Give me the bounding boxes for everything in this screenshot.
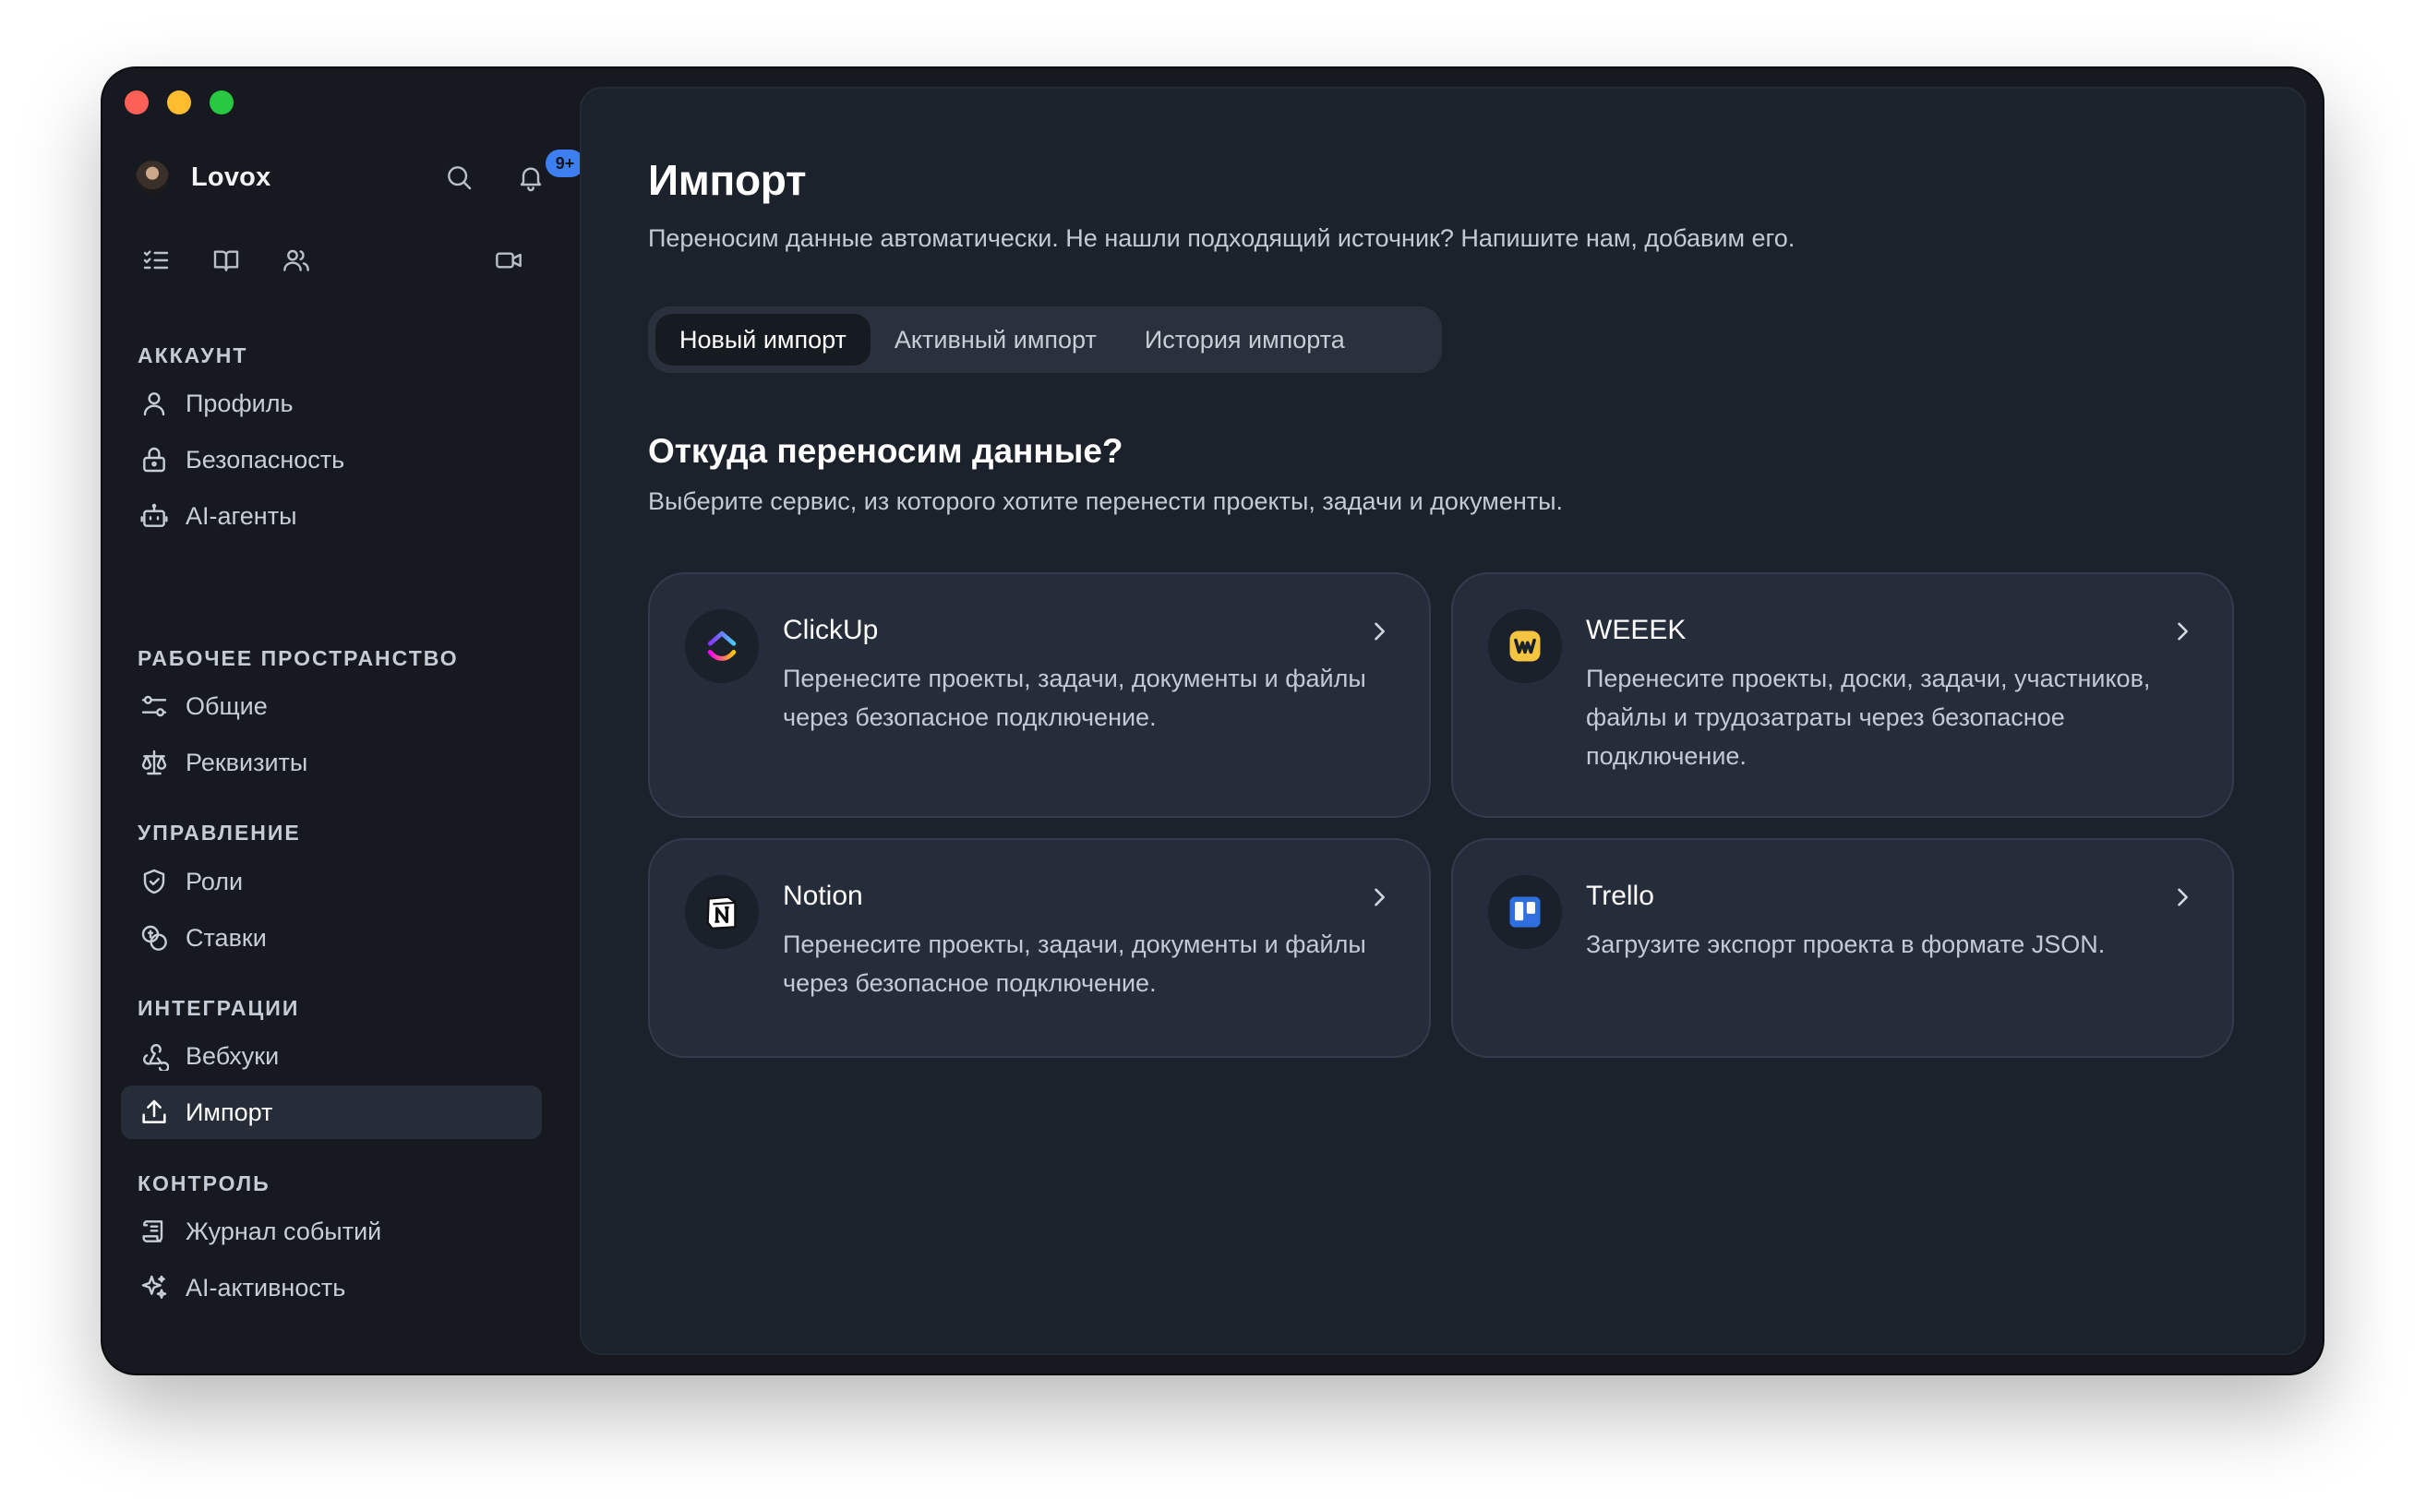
source-name: Trello bbox=[1586, 881, 1654, 911]
sidebar-item-label: Импорт bbox=[186, 1098, 273, 1126]
sidebar-item-label: Реквизиты bbox=[186, 748, 308, 776]
sidebar-toolbar bbox=[136, 240, 560, 286]
page-subtitle: Переносим данные автоматически. Не нашли… bbox=[648, 224, 1795, 252]
tasks-icon bbox=[143, 250, 169, 270]
sidebar-item-label: Безопасность bbox=[186, 445, 345, 474]
search-button[interactable] bbox=[438, 157, 479, 198]
sidebar-item-security[interactable]: Безопасность bbox=[121, 433, 542, 486]
chevron-right-icon bbox=[2178, 622, 2188, 641]
source-heading: Откуда переносим данные? bbox=[648, 432, 1123, 470]
source-subheading: Выберите сервис, из которого хотите пере… bbox=[648, 487, 1564, 515]
chevron-right-icon bbox=[2178, 888, 2188, 906]
tab-import-history[interactable]: История импорта bbox=[1121, 314, 1369, 366]
bell-icon bbox=[520, 167, 542, 192]
sidebar-item-webhooks[interactable]: Вебхуки bbox=[121, 1029, 542, 1083]
user-name[interactable]: Lovox bbox=[191, 162, 270, 193]
sliders-icon bbox=[136, 688, 173, 725]
source-description: Перенесите проекты, задачи, документы и … bbox=[783, 930, 1366, 997]
chevron-right-icon bbox=[1375, 888, 1385, 906]
sidebar-item-general[interactable]: Общие bbox=[121, 679, 542, 733]
app-window: Lovox 9+ АККАУНТ Профиль Безопасность AI… bbox=[102, 68, 2323, 1374]
page-title: Импорт bbox=[648, 156, 807, 204]
user-row: Lovox 9+ bbox=[136, 150, 584, 205]
weeek-logo-icon bbox=[1488, 609, 1562, 683]
source-description: Перенесите проекты, доски, задачи, участ… bbox=[1586, 665, 2151, 770]
sidebar-item-label: AI-активность bbox=[186, 1273, 346, 1302]
section-title-workspace: РАБОЧЕЕ ПРОСТРАНСТВО bbox=[138, 646, 459, 670]
trello-logo-icon bbox=[1488, 875, 1562, 949]
source-card-weeek[interactable]: WEEEK Перенесите проекты, доски, задачи,… bbox=[1451, 572, 2234, 818]
main-panel: Импорт Переносим данные автоматически. Н… bbox=[580, 87, 2306, 1355]
video-call-button[interactable] bbox=[488, 240, 529, 281]
team-button[interactable] bbox=[276, 240, 317, 281]
sidebar-item-requisites[interactable]: Реквизиты bbox=[121, 736, 542, 789]
tab-active-import[interactable]: Активный импорт bbox=[871, 314, 1121, 366]
user-icon bbox=[136, 385, 173, 422]
coins-icon bbox=[136, 919, 173, 956]
sidebar-item-ai-activity[interactable]: AI-активность bbox=[121, 1261, 542, 1314]
section-title-management: УПРАВЛЕНИЕ bbox=[138, 821, 301, 845]
tasks-button[interactable] bbox=[136, 240, 176, 281]
sidebar-item-label: Профиль bbox=[186, 389, 294, 417]
sidebar-item-ai-agents[interactable]: AI-агенты bbox=[121, 489, 542, 543]
upload-icon bbox=[136, 1094, 173, 1131]
source-card-trello[interactable]: Trello Загрузите экспорт проекта в форма… bbox=[1451, 838, 2234, 1058]
sidebar-item-profile[interactable]: Профиль bbox=[121, 377, 542, 430]
source-card-notion[interactable]: Notion Перенесите проекты, задачи, докум… bbox=[648, 838, 1431, 1058]
bot-icon bbox=[136, 498, 173, 534]
sidebar-item-event-log[interactable]: Журнал событий bbox=[121, 1205, 542, 1258]
sidebar-item-label: Вебхуки bbox=[186, 1041, 280, 1070]
search-icon bbox=[448, 166, 472, 190]
sidebar-item-roles[interactable]: Роли bbox=[121, 855, 542, 908]
sidebar-item-label: Роли bbox=[186, 867, 244, 895]
scroll-icon bbox=[136, 1213, 173, 1250]
lock-icon bbox=[136, 441, 173, 478]
notifications-badge: 9+ bbox=[546, 150, 584, 177]
video-icon bbox=[496, 252, 522, 269]
tab-new-import[interactable]: Новый импорт bbox=[655, 314, 871, 366]
source-description: Загрузите экспорт проекта в формате JSON… bbox=[1586, 930, 2106, 958]
clickup-logo-icon bbox=[685, 609, 759, 683]
chevron-right-icon bbox=[1375, 622, 1385, 641]
import-tabs: Новый импорт Активный импорт История имп… bbox=[648, 306, 1442, 373]
source-card-clickup[interactable]: ClickUp Перенесите проекты, задачи, доку… bbox=[648, 572, 1431, 818]
avatar[interactable] bbox=[136, 161, 169, 194]
section-title-integrations: ИНТЕГРАЦИИ bbox=[138, 996, 300, 1020]
shield-check-icon bbox=[136, 863, 173, 900]
scales-icon bbox=[136, 744, 173, 781]
sidebar-item-rates[interactable]: Ставки bbox=[121, 911, 542, 965]
sidebar-item-label: Журнал событий bbox=[186, 1217, 382, 1245]
source-name: WEEEK bbox=[1586, 615, 1687, 645]
sparkles-icon bbox=[136, 1269, 173, 1306]
webhook-icon bbox=[136, 1038, 173, 1074]
sidebar-item-label: AI-агенты bbox=[186, 501, 297, 530]
sidebar-item-import[interactable]: Импорт bbox=[121, 1086, 542, 1139]
source-description: Перенесите проекты, задачи, документы и … bbox=[783, 665, 1366, 731]
source-name: ClickUp bbox=[783, 615, 879, 645]
sidebar: Lovox 9+ АККАУНТ Профиль Безопасность AI… bbox=[102, 68, 584, 1374]
section-title-account: АККАУНТ bbox=[138, 343, 248, 367]
source-name: Notion bbox=[783, 881, 863, 911]
sidebar-item-label: Ставки bbox=[186, 923, 267, 952]
section-title-control: КОНТРОЛЬ bbox=[138, 1171, 270, 1195]
notion-logo-icon bbox=[685, 875, 759, 949]
sidebar-item-label: Общие bbox=[186, 691, 268, 720]
book-icon bbox=[213, 250, 239, 271]
knowledge-button[interactable] bbox=[206, 240, 246, 281]
users-icon bbox=[283, 249, 309, 271]
